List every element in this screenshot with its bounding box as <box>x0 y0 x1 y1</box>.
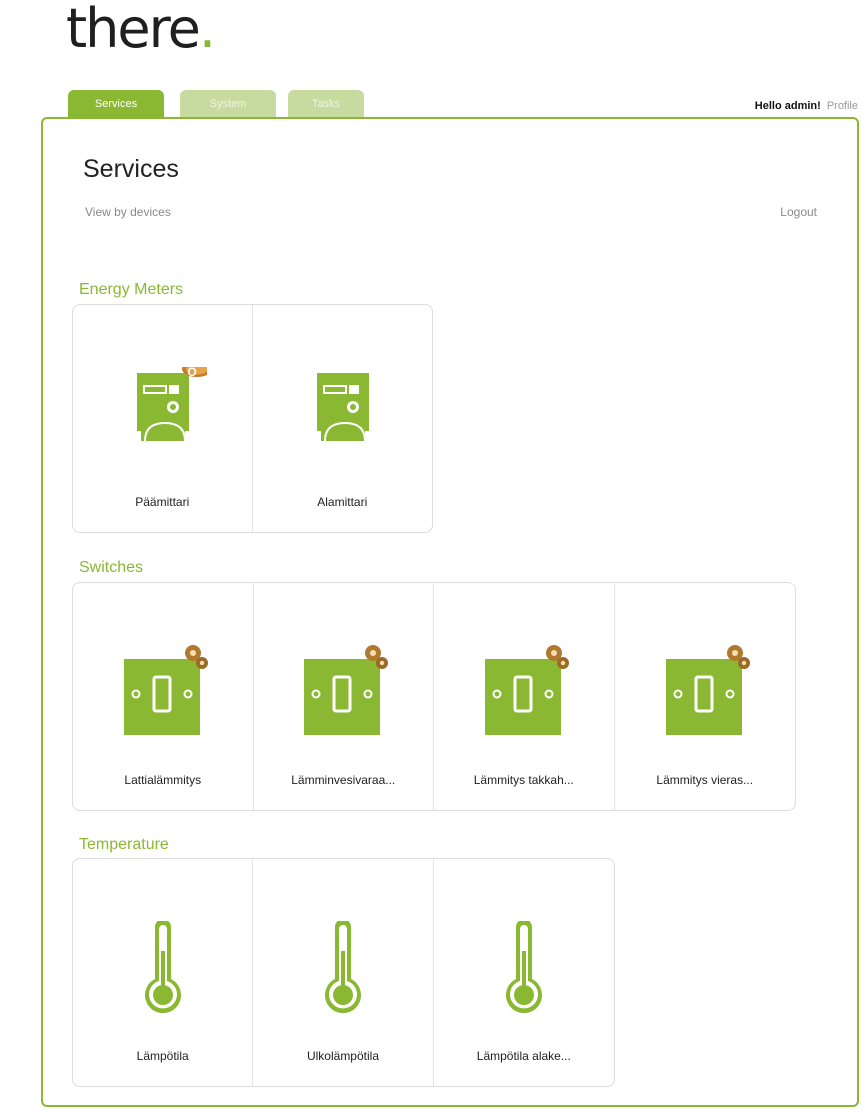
view-by-devices-link[interactable]: View by devices <box>85 205 171 219</box>
section-title-energy-meters: Energy Meters <box>79 281 184 298</box>
switches-row: Lattialämmitys Lämminvesivaraa... Lämmit… <box>72 582 796 811</box>
greeting-text: Hello admin! <box>754 100 821 112</box>
energy-meter-icon <box>317 373 370 442</box>
service-card-label: Alamittari <box>317 495 368 509</box>
service-card-label: Lämpötila <box>136 1049 189 1063</box>
service-card-label: Lattialämmitys <box>124 773 202 787</box>
switch-icon <box>665 645 750 735</box>
service-card-lampotila-alake[interactable]: Lämpötila alake... <box>434 859 614 1086</box>
switch-icon <box>484 645 569 735</box>
switch-icon <box>304 645 389 735</box>
service-card-label: Lämpötila alake... <box>476 1049 571 1063</box>
thermometer-icon <box>144 921 181 1013</box>
temperature-row: Lämpötila Ulkolämpötila Lämpötila alake.… <box>72 858 615 1087</box>
service-card-lammitys-vieras[interactable]: Lämmitys vieras... <box>615 583 796 810</box>
switch-icon <box>123 645 208 735</box>
section-title-temperature: Temperature <box>79 836 169 853</box>
tab-tasks[interactable]: Tasks <box>288 90 364 118</box>
service-card-label: Ulkolämpötila <box>306 1049 379 1063</box>
services-panel: Services View by devices Logout Energy M… <box>41 117 859 1107</box>
service-card-label: Lämmitys takkah... <box>473 773 574 787</box>
service-card-lattialammitys[interactable]: Lattialämmitys <box>73 583 254 810</box>
service-card-lampotila[interactable]: Lämpötila <box>73 859 254 1086</box>
page-title: Services <box>83 155 179 183</box>
energy-meter-icon <box>137 367 208 442</box>
tab-services[interactable]: Services <box>68 90 164 118</box>
service-card-label: Lämmitys vieras... <box>656 773 754 787</box>
thermometer-icon <box>324 921 361 1013</box>
service-card-paamittari[interactable]: O Päämittari <box>73 305 253 532</box>
logo: there. <box>66 2 216 56</box>
profile-link[interactable]: Profile <box>827 100 858 112</box>
service-card-lammitys-takkah[interactable]: Lämmitys takkah... <box>434 583 615 810</box>
logout-link[interactable]: Logout <box>780 205 817 219</box>
user-greeting: Hello admin! Profile <box>755 100 858 112</box>
energy-meters-row: O Päämittari Alamittari <box>72 304 433 533</box>
service-card-label: Lämminvesivaraa... <box>291 773 396 787</box>
service-card-label: Päämittari <box>135 495 190 509</box>
tab-system[interactable]: System <box>180 90 276 118</box>
thermometer-icon <box>505 921 542 1013</box>
service-card-lamminvesivaraaja[interactable]: Lämminvesivaraa... <box>254 583 434 810</box>
service-card-alamittari[interactable]: Alamittari <box>253 305 433 532</box>
meter-badge: O <box>187 365 197 379</box>
logo-text: there <box>66 0 201 60</box>
section-title-switches: Switches <box>79 559 144 576</box>
service-card-ulkolampotila[interactable]: Ulkolämpötila <box>253 859 434 1086</box>
logo-dot: . <box>198 0 216 60</box>
